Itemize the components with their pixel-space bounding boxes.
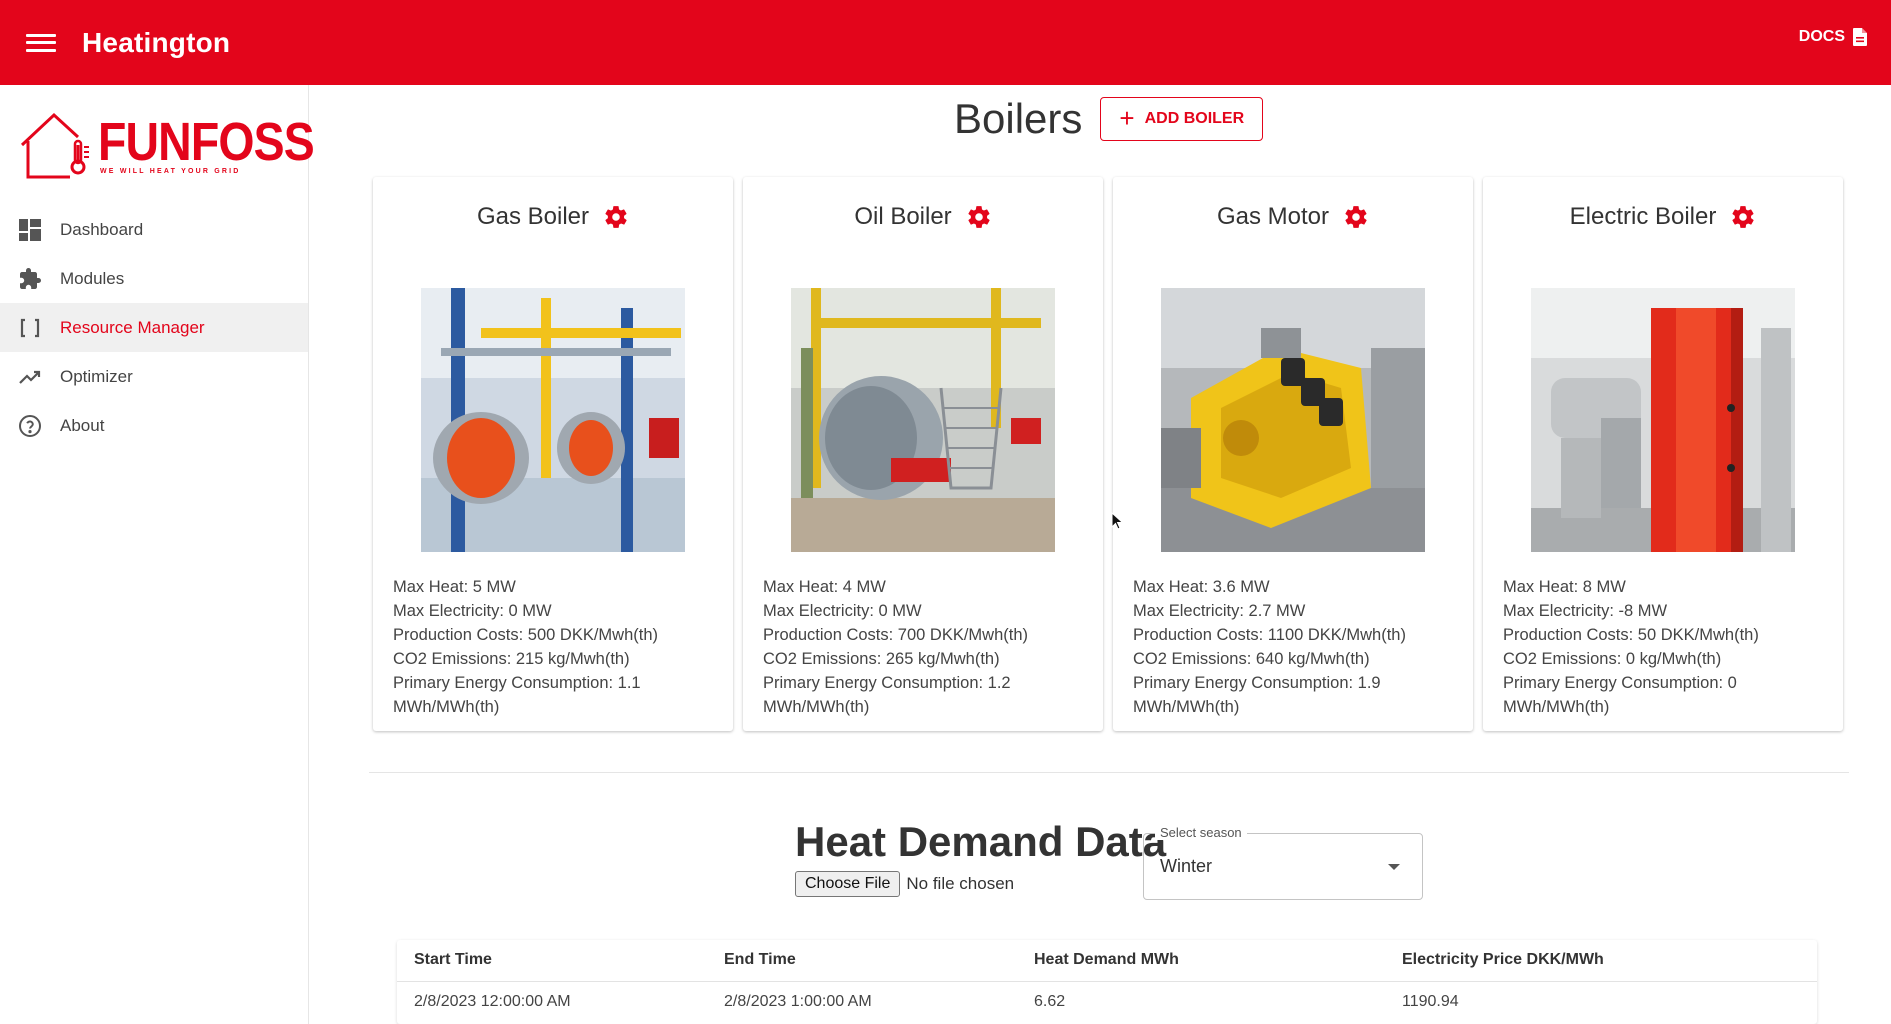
- primary-energy: Primary Energy Consumption: 1.1 MWh/MWh(…: [393, 674, 641, 716]
- gas-motor-image: [1161, 288, 1425, 552]
- sidebar-item-about[interactable]: About: [0, 401, 308, 450]
- boiler-specs: Max Heat: 3.6 MW Max Electricity: 2.7 MW…: [1133, 575, 1463, 719]
- boiler-card: Gas Boiler Max Heat: 5 MW Max Electricit…: [373, 177, 733, 731]
- primary-energy: Primary Energy Consumption: 0 MWh/MWh(th…: [1503, 674, 1737, 716]
- main-content: Boilers + ADD BOILER Gas Boiler Max Heat…: [309, 85, 1891, 1024]
- sidebar: FUNFOSS WE WILL HEAT YOUR GRID Dashboard…: [0, 85, 315, 1024]
- max-electricity: Max Electricity: 0 MW: [763, 602, 922, 620]
- table-cell: 1190.94: [1402, 992, 1459, 1010]
- add-boiler-label: ADD BOILER: [1144, 110, 1245, 127]
- file-status: No file chosen: [906, 874, 1015, 893]
- max-heat: Max Heat: 5 MW: [393, 578, 516, 596]
- menu-icon[interactable]: [26, 31, 56, 55]
- boiler-name: Gas Motor: [1216, 203, 1330, 230]
- add-boiler-button[interactable]: + ADD BOILER: [1100, 97, 1264, 141]
- co2-emissions: CO2 Emissions: 215 kg/Mwh(th): [393, 650, 630, 668]
- boiler-card: Electric Boiler Max Heat: 8 MW Max Elect…: [1483, 177, 1843, 731]
- table-row: 2/8/2023 12:00:00 AM 2/8/2023 1:00:00 AM…: [397, 981, 1817, 1022]
- puzzle-icon: [17, 266, 43, 292]
- column-header: End Time: [707, 940, 1017, 982]
- table-cell: 2/8/2023 1:00:00 AM: [724, 992, 872, 1010]
- dashboard-icon: [17, 217, 43, 243]
- boiler-specs: Max Heat: 8 MW Max Electricity: -8 MW Pr…: [1503, 575, 1833, 719]
- production-costs: Production Costs: 1100 DKK/Mwh(th): [1133, 626, 1406, 644]
- max-electricity: Max Electricity: 0 MW: [393, 602, 552, 620]
- sidebar-item-modules[interactable]: Modules: [0, 254, 308, 303]
- choose-file-button[interactable]: Choose File: [795, 871, 901, 897]
- app-title: Heatington: [82, 26, 231, 58]
- table-header-row: Start Time End Time Heat Demand MWh Elec…: [397, 940, 1817, 982]
- settings-gear-icon[interactable]: [603, 204, 629, 230]
- heat-demand-title: Heat Demand Data: [795, 818, 1167, 865]
- boiler-specs: Max Heat: 5 MW Max Electricity: 0 MW Pro…: [393, 575, 723, 719]
- column-header: Electricity Price DKK/MWh: [1385, 940, 1817, 982]
- docs-label: DOCS: [1798, 28, 1845, 45]
- brackets-icon: [17, 315, 43, 341]
- app-bar: Heatington DOCS: [0, 0, 1891, 85]
- settings-gear-icon[interactable]: [1343, 204, 1369, 230]
- primary-energy: Primary Energy Consumption: 1.9 MWh/MWh(…: [1133, 674, 1381, 716]
- docs-button[interactable]: DOCS: [1799, 28, 1867, 46]
- sidebar-item-dashboard[interactable]: Dashboard: [0, 205, 308, 254]
- brand-name: FUNFOSS: [98, 112, 315, 172]
- co2-emissions: CO2 Emissions: 265 kg/Mwh(th): [763, 650, 1000, 668]
- max-heat: Max Heat: 3.6 MW: [1133, 578, 1270, 596]
- season-select[interactable]: Select season Winter: [1143, 825, 1423, 900]
- section-divider: [369, 772, 1849, 773]
- gas-boiler-image: [421, 288, 685, 552]
- boiler-cards: Gas Boiler Max Heat: 5 MW Max Electricit…: [373, 177, 1843, 731]
- trending-up-icon: [17, 364, 43, 390]
- boiler-specs: Max Heat: 4 MW Max Electricity: 0 MW Pro…: [763, 575, 1093, 719]
- max-heat: Max Heat: 8 MW: [1503, 578, 1626, 596]
- boiler-card: Oil Boiler Max Heat: 4 MW Max Electricit…: [743, 177, 1103, 731]
- column-header: Start Time: [397, 940, 707, 982]
- brand-logo: FUNFOSS WE WILL HEAT YOUR GRID: [18, 105, 315, 185]
- boiler-card: Gas Motor Max Heat: 3.6 MW Max Electrici…: [1113, 177, 1473, 731]
- sidebar-item-label: Optimizer: [60, 366, 133, 386]
- house-thermometer-icon: [20, 112, 89, 179]
- season-select-value: Winter: [1160, 856, 1213, 876]
- mouse-cursor-icon: [1111, 512, 1124, 530]
- co2-emissions: CO2 Emissions: 0 kg/Mwh(th): [1503, 650, 1722, 668]
- heat-demand-table: Start Time End Time Heat Demand MWh Elec…: [397, 940, 1817, 1024]
- co2-emissions: CO2 Emissions: 640 kg/Mwh(th): [1133, 650, 1370, 668]
- page-title: Boilers: [954, 95, 1083, 142]
- help-circle-icon: [17, 413, 43, 439]
- boiler-name: Oil Boiler: [854, 203, 952, 230]
- sidebar-item-resource-manager[interactable]: Resource Manager: [0, 303, 308, 352]
- caret-down-icon: [1388, 864, 1400, 870]
- primary-energy: Primary Energy Consumption: 1.2 MWh/MWh(…: [763, 674, 1011, 716]
- electric-boiler-image: [1531, 288, 1795, 552]
- sidebar-item-label: Dashboard: [60, 219, 144, 239]
- table-cell: 6.62: [1034, 992, 1066, 1010]
- production-costs: Production Costs: 500 DKK/Mwh(th): [393, 626, 659, 644]
- column-header: Heat Demand MWh: [1017, 940, 1385, 982]
- oil-boiler-image: [791, 288, 1055, 552]
- max-heat: Max Heat: 4 MW: [763, 578, 886, 596]
- document-icon: [1853, 28, 1867, 46]
- boilers-header: Boilers + ADD BOILER: [954, 95, 1264, 143]
- sidebar-item-label: Resource Manager: [60, 317, 205, 337]
- table-cell: 2/8/2023 12:00:00 AM: [414, 992, 571, 1010]
- production-costs: Production Costs: 700 DKK/Mwh(th): [763, 626, 1029, 644]
- file-upload: Choose File No file chosen: [795, 871, 1014, 897]
- settings-gear-icon[interactable]: [1730, 204, 1756, 230]
- settings-gear-icon[interactable]: [966, 204, 992, 230]
- sidebar-nav: Dashboard Modules Resource Manager Optim…: [0, 205, 308, 450]
- brand-tagline: WE WILL HEAT YOUR GRID: [100, 168, 241, 175]
- sidebar-item-label: About: [60, 415, 105, 435]
- sidebar-item-label: Modules: [60, 268, 125, 288]
- season-select-label: Select season: [1155, 825, 1247, 840]
- boiler-name: Electric Boiler: [1569, 203, 1717, 230]
- plus-icon: +: [1119, 103, 1135, 133]
- sidebar-item-optimizer[interactable]: Optimizer: [0, 352, 308, 401]
- max-electricity: Max Electricity: 2.7 MW: [1133, 602, 1306, 620]
- max-electricity: Max Electricity: -8 MW: [1503, 602, 1668, 620]
- boiler-name: Gas Boiler: [476, 203, 590, 230]
- production-costs: Production Costs: 50 DKK/Mwh(th): [1503, 626, 1759, 644]
